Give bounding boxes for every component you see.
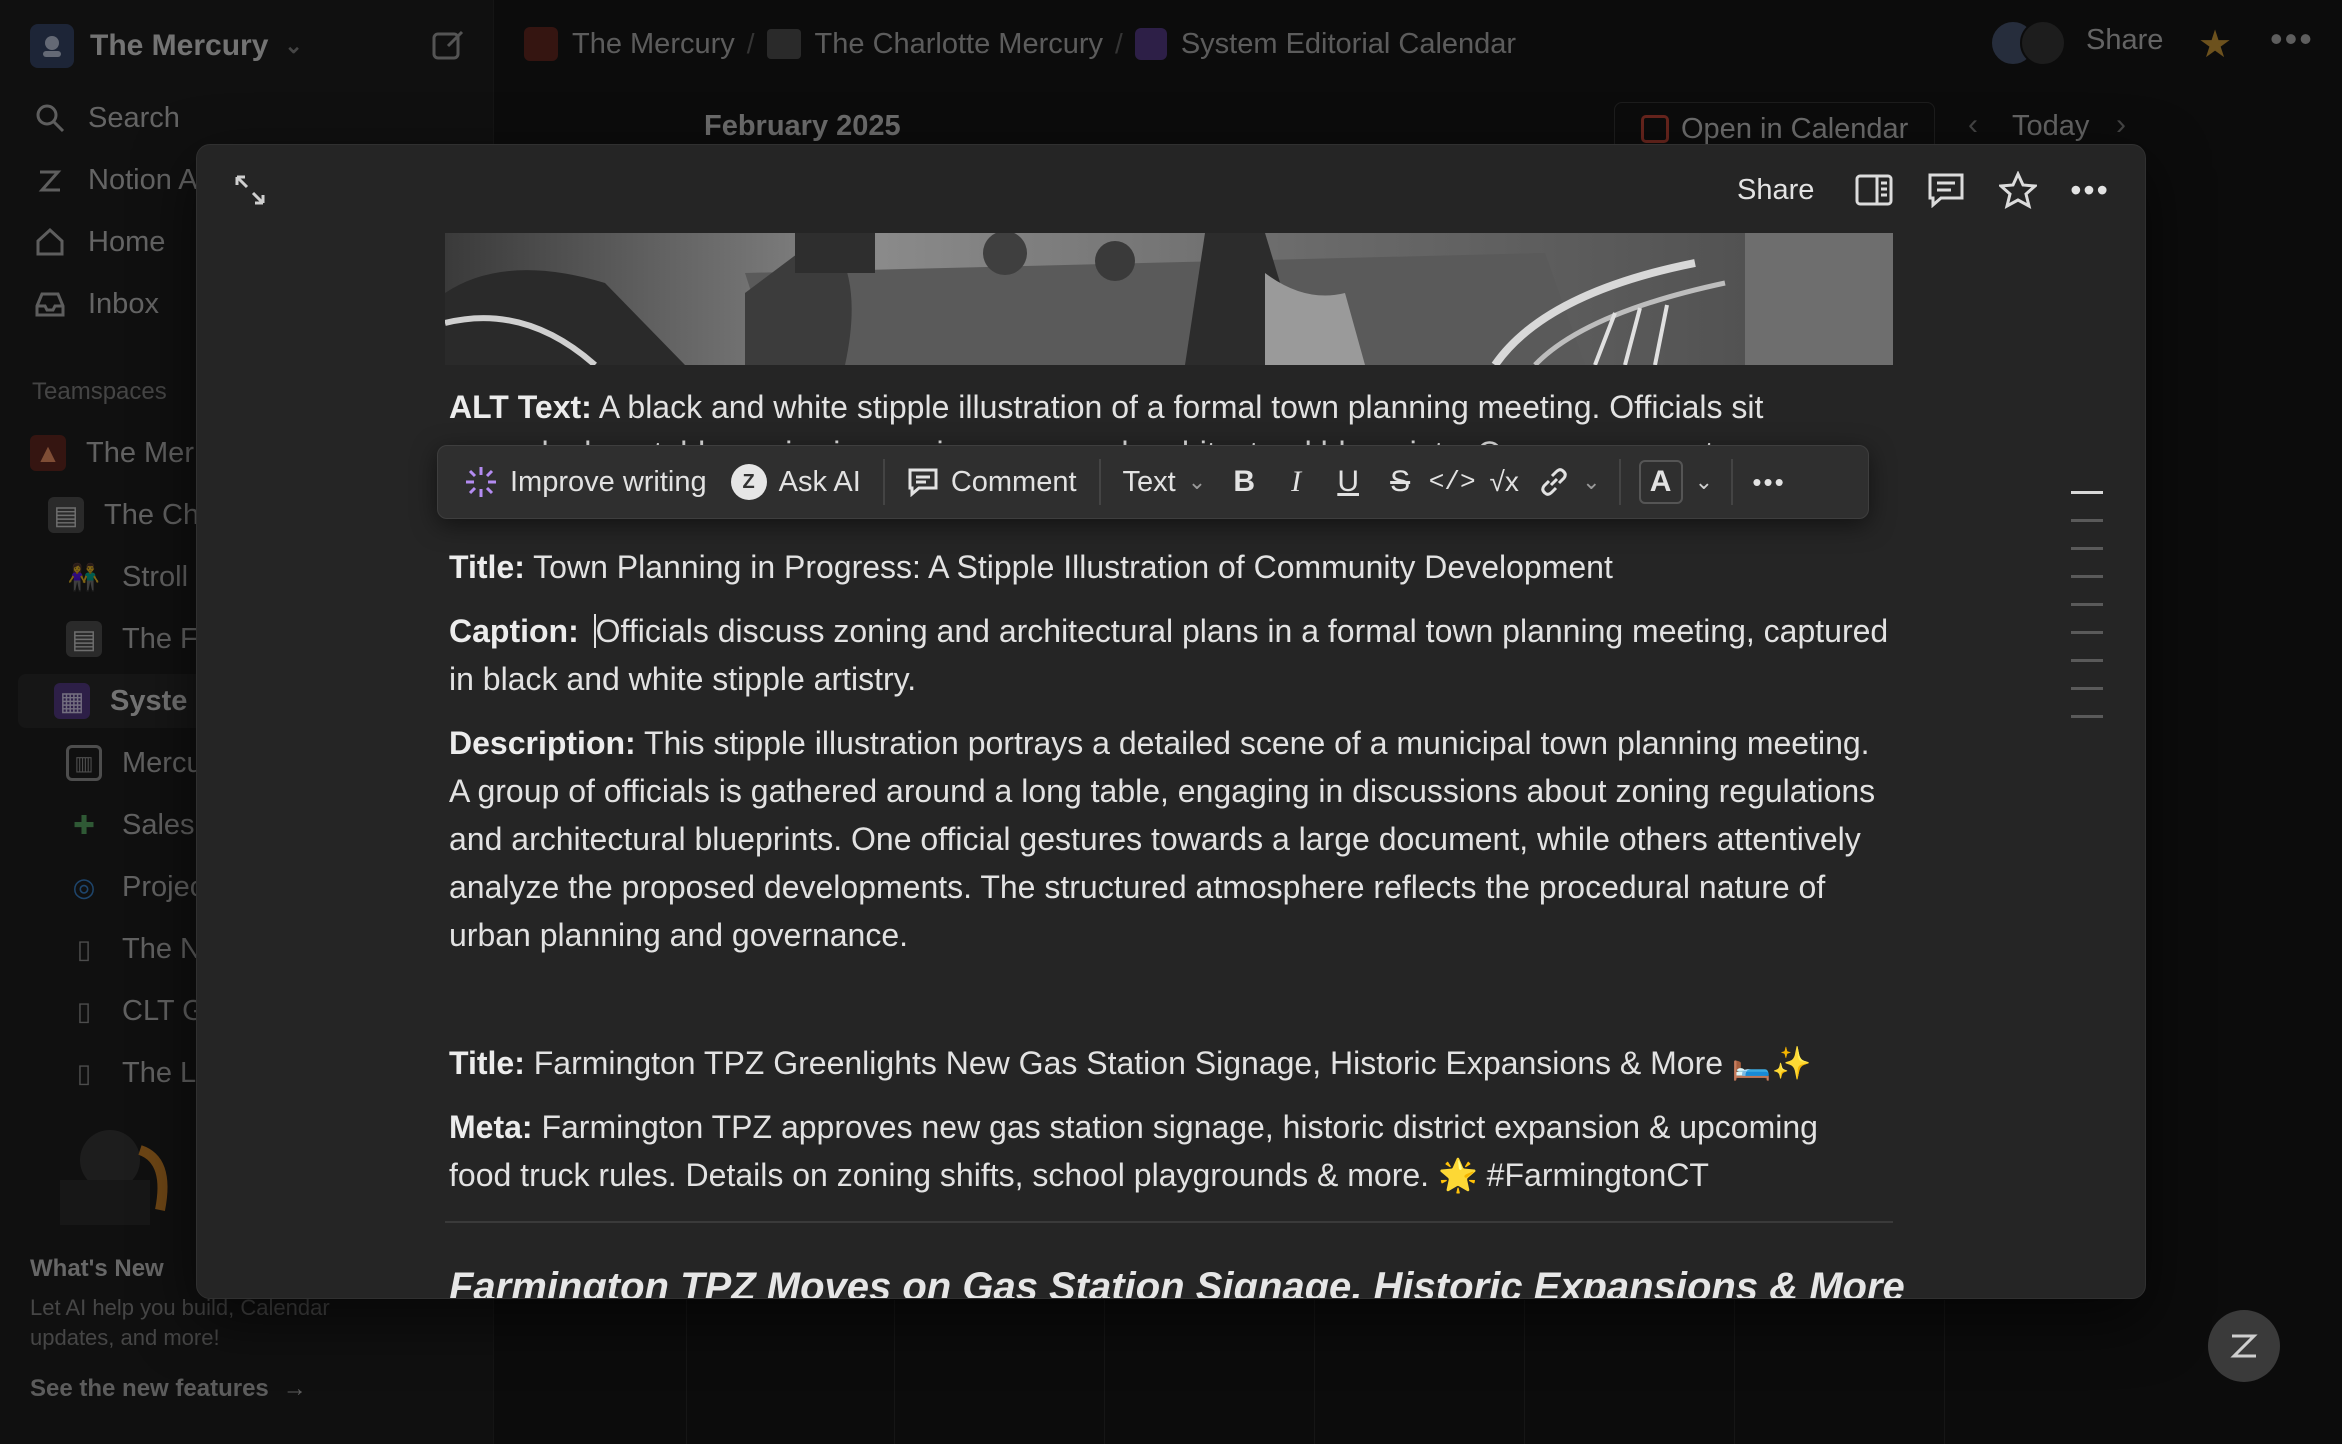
toolbar-divider — [1731, 459, 1734, 505]
more-options-icon[interactable]: ••• — [2065, 167, 2115, 213]
notion-ai-icon — [2230, 1334, 2258, 1358]
text-type-label: Text — [1122, 465, 1176, 498]
comment-icon — [908, 468, 938, 497]
chevron-down-icon: ⌄ — [1582, 469, 1601, 494]
caption-block[interactable]: Caption: Officials discuss zoning and ar… — [449, 607, 1889, 703]
chevron-down-icon: ⌄ — [1187, 469, 1207, 494]
outline-line — [2071, 631, 2103, 634]
equation-icon[interactable]: √x — [1478, 455, 1530, 509]
outline-line — [2071, 519, 2103, 522]
comment-label: Comment — [950, 465, 1077, 498]
block-text: Officials discuss zoning and architectur… — [449, 613, 1889, 697]
outline-line — [2071, 603, 2103, 606]
block-text: This stipple illustration portrays a det… — [449, 725, 1876, 953]
description-block[interactable]: Description: This stipple illustration p… — [449, 719, 1889, 959]
block-label: Title: — [449, 1045, 525, 1081]
meta-block[interactable]: Meta: Farmington TPZ approves new gas st… — [449, 1103, 1889, 1199]
text-color-icon: A — [1638, 460, 1683, 504]
modal-share-button[interactable]: Share — [1737, 167, 1814, 213]
strikethrough-icon[interactable]: S — [1374, 455, 1426, 509]
expand-icon[interactable] — [227, 167, 273, 213]
sparkle-icon — [466, 467, 496, 497]
more-icon[interactable]: ••• — [1743, 455, 1795, 509]
article-title-block[interactable]: Title: Farmington TPZ Greenlights New Ga… — [449, 1039, 1889, 1087]
text-color-dropdown[interactable]: A ⌄ — [1631, 455, 1721, 509]
block-text: Farmington TPZ approves new gas station … — [449, 1109, 1818, 1193]
chevron-down-icon: ⌄ — [1694, 469, 1714, 494]
block-label: Description: — [449, 725, 636, 761]
outline-line — [2071, 491, 2103, 494]
star-outline-icon[interactable] — [1995, 167, 2041, 213]
ask-ai-label: Ask AI — [778, 465, 861, 498]
link-dropdown[interactable]: ⌄ — [1530, 455, 1608, 509]
bold-icon[interactable]: B — [1218, 455, 1270, 509]
block-label: Caption: — [449, 613, 579, 649]
block-text: Town Planning in Progress: A Stipple Ill… — [533, 549, 1613, 585]
side-peek-icon[interactable] — [1851, 167, 1897, 213]
block-label: Title: — [449, 549, 525, 585]
hero-image — [445, 233, 1893, 365]
ask-ai-button[interactable]: Z Ask AI — [719, 455, 873, 509]
outline-line — [2071, 687, 2103, 690]
improve-writing-button[interactable]: Improve writing — [452, 455, 719, 509]
alt-text-value: A black and white stipple illustration o… — [598, 389, 1764, 425]
image-title-block[interactable]: Title: Town Planning in Progress: A Stip… — [449, 543, 1889, 591]
toolbar-divider — [1618, 459, 1621, 505]
page-peek-modal: Share ••• ALT Text: A black and white st… — [196, 144, 2146, 1299]
underline-icon[interactable]: U — [1322, 455, 1374, 509]
outline-line — [2071, 547, 2103, 550]
formatting-toolbar: Improve writing Z Ask AI Comment Text ⌄ … — [437, 445, 1869, 519]
outline-line — [2071, 715, 2103, 718]
modal-header: Share ••• — [197, 145, 2145, 233]
outline-line — [2071, 575, 2103, 578]
comment-button[interactable]: Comment — [895, 455, 1089, 509]
outline-line — [2071, 659, 2103, 662]
text-type-dropdown[interactable]: Text ⌄ — [1111, 455, 1219, 509]
toolbar-divider — [882, 459, 885, 505]
divider — [445, 1221, 1893, 1223]
toolbar-divider — [1098, 459, 1101, 505]
notion-ai-icon: Z — [730, 464, 767, 500]
code-icon[interactable]: </> — [1426, 455, 1478, 509]
link-icon — [1541, 468, 1567, 496]
page-outline[interactable] — [2071, 491, 2111, 743]
notion-ai-button[interactable] — [2208, 1310, 2280, 1382]
block-text: Farmington TPZ Greenlights New Gas Stati… — [533, 1045, 1812, 1081]
italic-icon[interactable]: I — [1270, 455, 1322, 509]
block-label: Meta: — [449, 1109, 533, 1145]
alt-text-label: ALT Text: — [449, 389, 592, 425]
comment-icon[interactable] — [1923, 167, 1969, 213]
alt-text-block[interactable]: ALT Text: A black and white stipple illu… — [449, 383, 1889, 431]
article-heading[interactable]: Farmington TPZ Moves on Gas Station Sign… — [449, 1265, 1905, 1298]
improve-writing-label: Improve writing — [510, 465, 707, 498]
